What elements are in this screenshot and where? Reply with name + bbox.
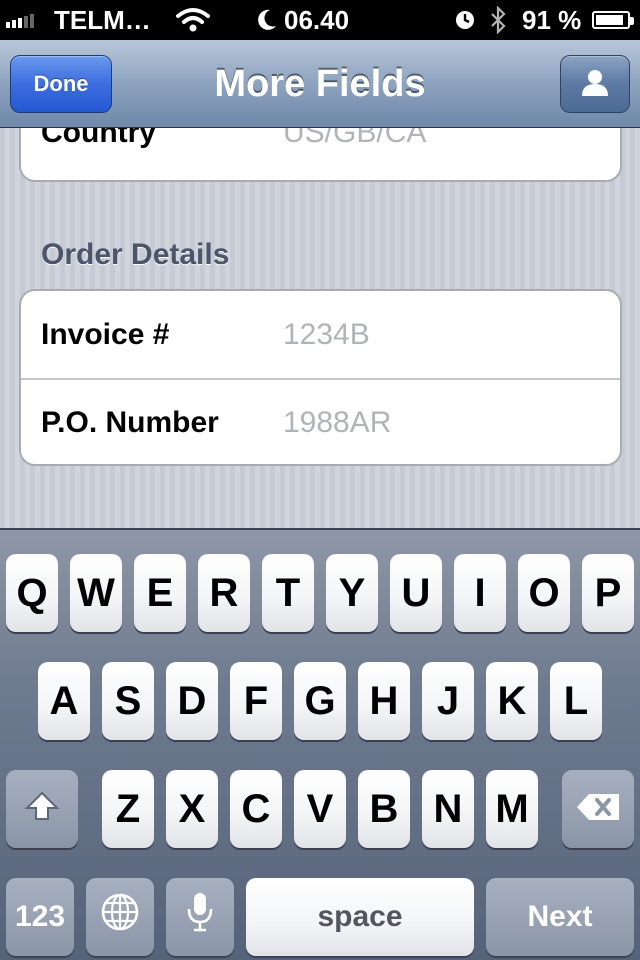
- invoice-row[interactable]: Invoice # 1234B: [21, 291, 620, 378]
- key-t[interactable]: T: [262, 554, 314, 632]
- key-w[interactable]: W: [70, 554, 122, 632]
- key-f[interactable]: F: [230, 662, 282, 740]
- signal-icon: [6, 0, 34, 40]
- key-m[interactable]: M: [486, 770, 538, 848]
- key-e[interactable]: E: [134, 554, 186, 632]
- key-h[interactable]: H: [358, 662, 410, 740]
- country-label: Country: [41, 128, 156, 149]
- invoice-label: Invoice #: [41, 317, 170, 351]
- key-s[interactable]: S: [102, 662, 154, 740]
- microphone-icon: [186, 891, 214, 943]
- form-content: Country US/GB/CA Order Details Invoice #…: [0, 128, 640, 528]
- keyboard: Q W E R T Y U I O P A S D F G H J K L Z …: [0, 528, 640, 960]
- done-button[interactable]: Done: [10, 55, 112, 113]
- key-v[interactable]: V: [294, 770, 346, 848]
- moon-icon: [256, 0, 278, 40]
- key-y[interactable]: Y: [326, 554, 378, 632]
- key-g[interactable]: G: [294, 662, 346, 740]
- key-z[interactable]: Z: [102, 770, 154, 848]
- key-l[interactable]: L: [550, 662, 602, 740]
- key-k[interactable]: K: [486, 662, 538, 740]
- shift-key[interactable]: [6, 770, 78, 848]
- key-x[interactable]: X: [166, 770, 218, 848]
- dictation-key[interactable]: [166, 878, 234, 956]
- key-j[interactable]: J: [422, 662, 474, 740]
- globe-key[interactable]: [86, 878, 154, 956]
- order-details-header: Order Details: [41, 238, 230, 271]
- key-p[interactable]: P: [582, 554, 634, 632]
- next-key[interactable]: Next: [486, 878, 634, 956]
- key-n[interactable]: N: [422, 770, 474, 848]
- invoice-field[interactable]: 1234B: [283, 318, 370, 352]
- globe-icon: [100, 892, 140, 942]
- backspace-key[interactable]: [562, 770, 634, 848]
- key-c[interactable]: C: [230, 770, 282, 848]
- key-i[interactable]: I: [454, 554, 506, 632]
- key-u[interactable]: U: [390, 554, 442, 632]
- bluetooth-icon: [488, 0, 508, 40]
- navigation-bar: More Fields Done: [0, 40, 640, 128]
- space-key[interactable]: space: [246, 878, 474, 956]
- key-q[interactable]: Q: [6, 554, 58, 632]
- contact-button[interactable]: [560, 55, 630, 113]
- country-field[interactable]: US/GB/CA: [283, 128, 426, 150]
- numbers-key[interactable]: 123: [6, 878, 74, 956]
- battery-percent: 91 %: [522, 4, 582, 35]
- shift-icon: [24, 787, 60, 832]
- wifi-icon: [176, 0, 210, 40]
- carrier-name: TELM…: [54, 4, 151, 35]
- key-a[interactable]: A: [38, 662, 90, 740]
- backspace-icon: [575, 787, 621, 832]
- status-time: 06.40: [284, 4, 350, 35]
- po-number-field[interactable]: 1988AR: [283, 406, 391, 440]
- status-bar: TELM… 06.40 91 %: [0, 0, 640, 40]
- key-o[interactable]: O: [518, 554, 570, 632]
- po-number-row[interactable]: P.O. Number 1988AR: [21, 378, 620, 465]
- battery-icon: [592, 0, 634, 40]
- po-number-label: P.O. Number: [41, 405, 219, 439]
- key-d[interactable]: D: [166, 662, 218, 740]
- contact-icon: [579, 66, 611, 103]
- country-row[interactable]: Country US/GB/CA: [21, 128, 620, 180]
- key-b[interactable]: B: [358, 770, 410, 848]
- address-group: Country US/GB/CA: [19, 128, 622, 182]
- alarm-icon: [454, 0, 476, 40]
- key-r[interactable]: R: [198, 554, 250, 632]
- order-details-group: Invoice # 1234B P.O. Number 1988AR: [19, 289, 622, 466]
